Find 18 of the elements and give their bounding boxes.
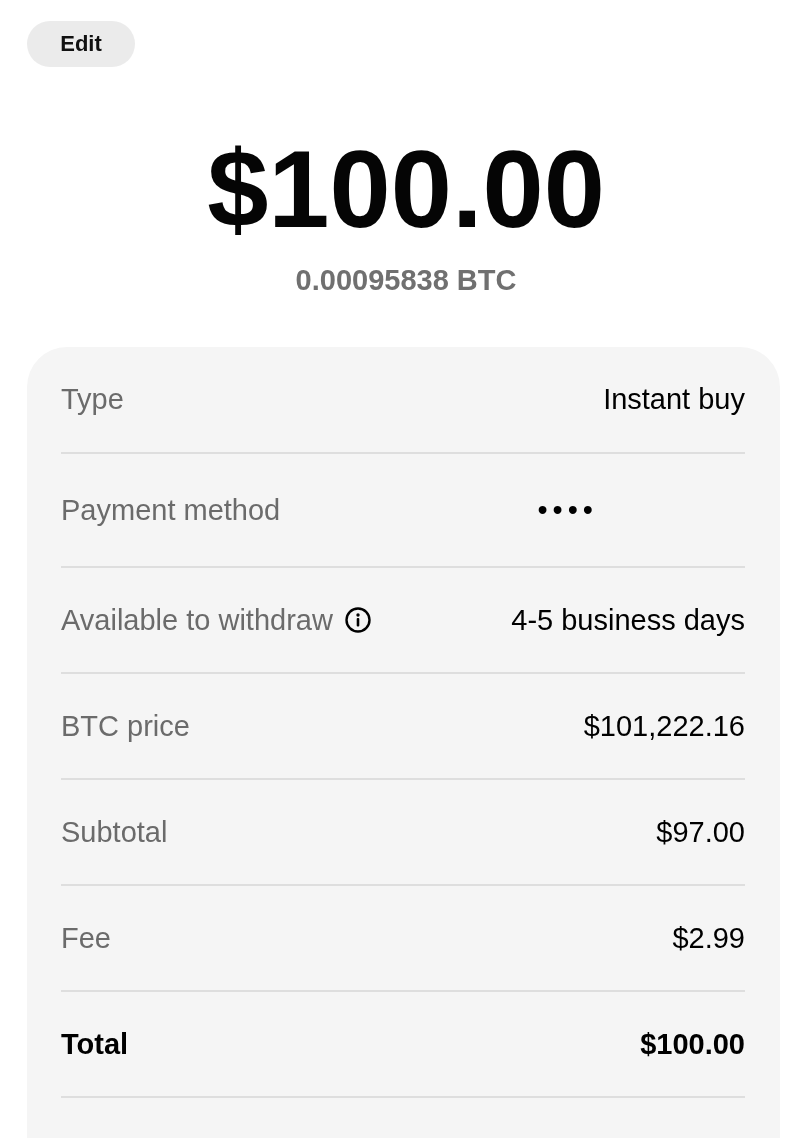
detail-value: 4-5 business days (511, 603, 745, 637)
detail-value: $2.99 (672, 921, 745, 955)
fiat-amount: $100.00 (207, 134, 605, 244)
detail-label: Fee (61, 921, 111, 955)
detail-label: Type (61, 383, 124, 416)
edit-button[interactable]: Edit (27, 21, 135, 67)
crypto-amount: 0.00095838 BTC (295, 266, 517, 295)
total-label: Total (61, 1027, 129, 1061)
detail-label: Subtotal (61, 815, 168, 849)
detail-value: $101,222.16 (583, 709, 745, 743)
detail-label: BTC price (61, 709, 190, 743)
total-value: $100.00 (640, 1027, 745, 1061)
detail-value: Instant buy (603, 383, 745, 416)
detail-value: $97.00 (656, 815, 745, 849)
detail-label: Available to withdraw (61, 603, 333, 637)
detail-label: Payment method (61, 493, 281, 527)
info-icon[interactable] (344, 607, 371, 633)
masked-card-number: •••• (537, 493, 598, 527)
